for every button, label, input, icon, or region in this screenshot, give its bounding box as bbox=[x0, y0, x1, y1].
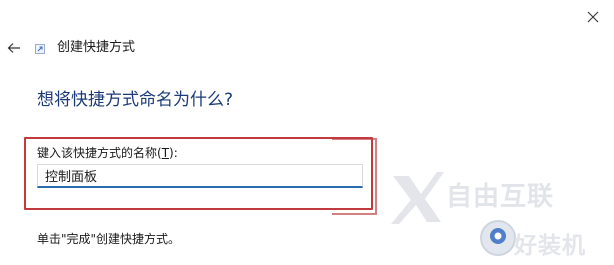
label-prefix: 键入该快捷方式的名称( bbox=[37, 146, 162, 160]
label-suffix: ): bbox=[169, 146, 178, 160]
title-bar bbox=[0, 0, 614, 36]
watermark-text: 自由互联 bbox=[446, 182, 555, 212]
watermark-x-icon bbox=[391, 172, 444, 224]
badge-text: 好装机 bbox=[514, 233, 586, 259]
back-arrow-icon bbox=[7, 43, 20, 53]
site-badge: 好装机 bbox=[478, 215, 614, 265]
shortcut-name-label: 键入该快捷方式的名称(T): bbox=[37, 145, 178, 161]
wizard-title: 创建快捷方式 bbox=[57, 40, 136, 55]
finish-hint: 单击"完成"创建快捷方式。 bbox=[37, 232, 181, 246]
badge-circle-icon bbox=[480, 220, 516, 256]
close-button[interactable] bbox=[574, 2, 612, 32]
label-accelerator: T bbox=[161, 146, 170, 160]
shortcut-app-icon bbox=[35, 44, 45, 54]
close-icon bbox=[587, 11, 599, 23]
page-heading: 想将快捷方式命名为什么? bbox=[37, 90, 234, 110]
shortcut-name-input[interactable] bbox=[37, 164, 363, 188]
back-button[interactable] bbox=[2, 36, 26, 60]
